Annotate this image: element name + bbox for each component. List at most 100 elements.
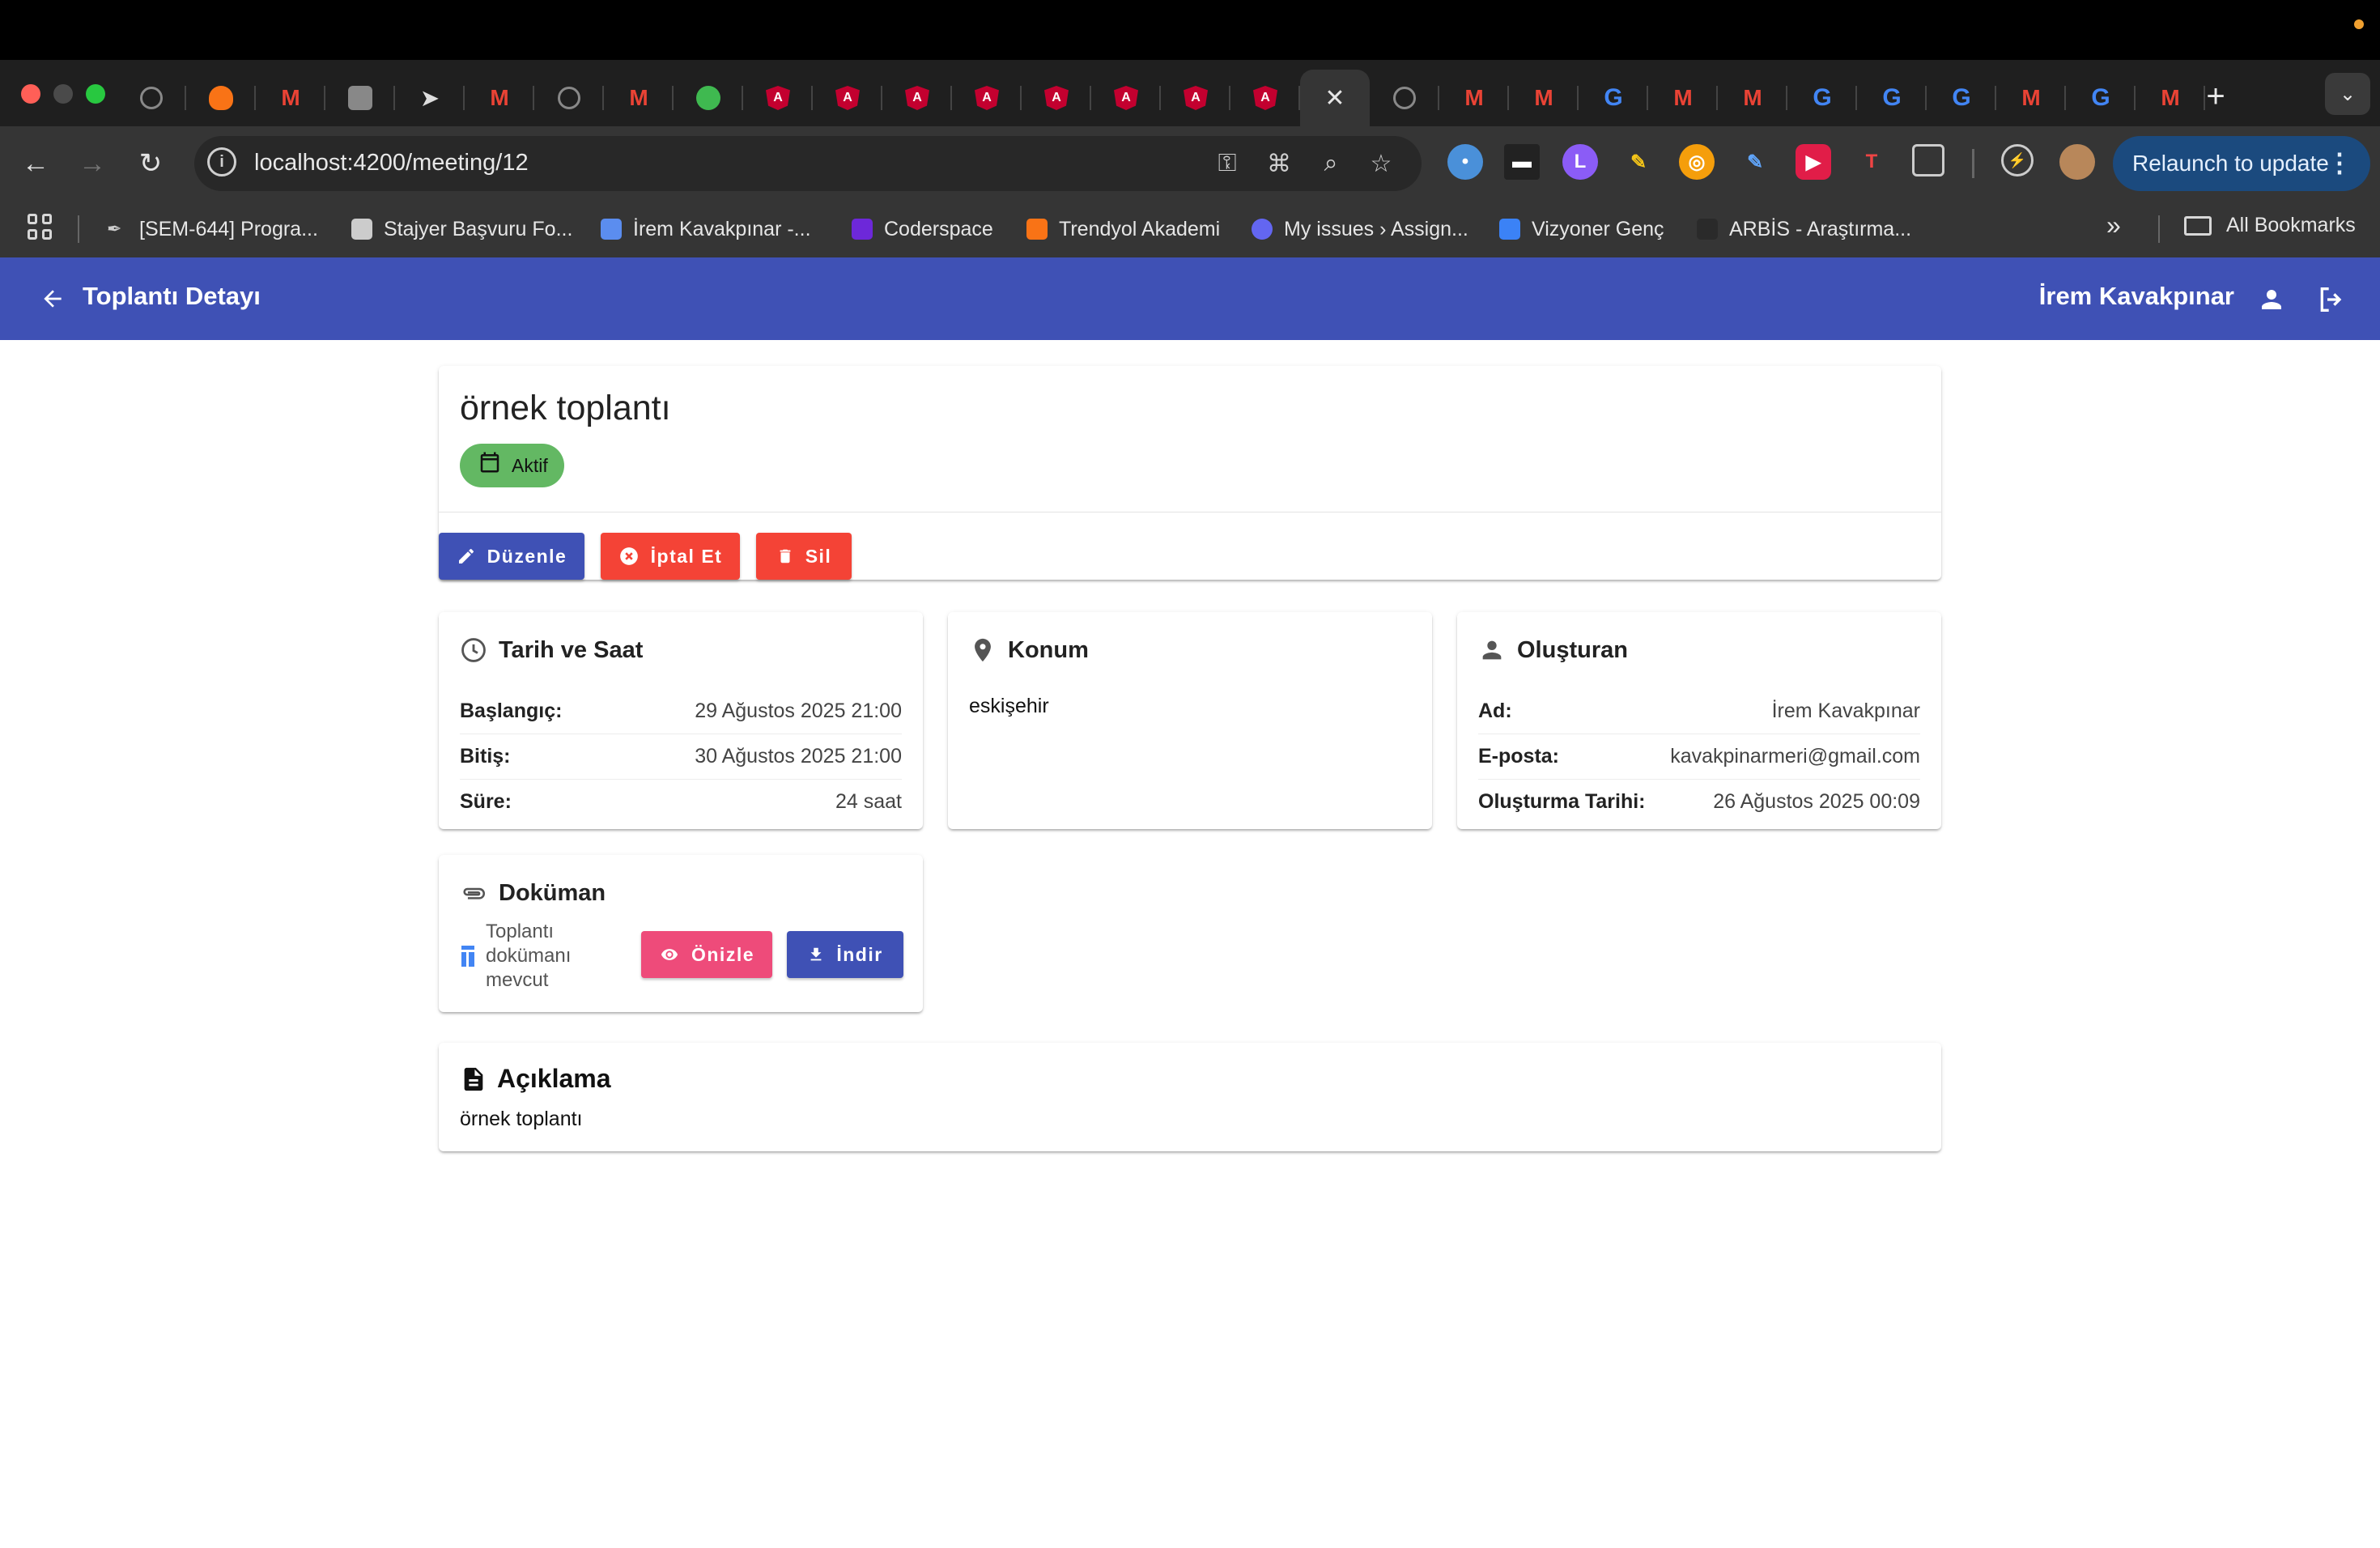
bookmark-item[interactable]: Stajyer Başvuru Fo...	[351, 214, 572, 245]
window-minimize-icon[interactable]	[53, 84, 73, 104]
document-file-info: Toplantı dokümanı mevcut	[460, 920, 607, 993]
description-document-icon	[464, 1067, 483, 1091]
performance-icon[interactable]: ⚡	[2001, 144, 2034, 176]
extension-icon[interactable]: ▶	[1796, 144, 1831, 180]
site-info-icon[interactable]: i	[207, 147, 236, 176]
browser-tab[interactable]: A	[1161, 70, 1230, 126]
browser-tab[interactable]: A	[1091, 70, 1161, 126]
back-nav-icon[interactable]: ←	[15, 142, 57, 185]
card-heading: Açıklama	[460, 1064, 611, 1094]
bookmark-item[interactable]: My issues › Assign...	[1252, 214, 1468, 245]
bookmark-item[interactable]: Trendyol Akademi	[1026, 214, 1220, 245]
extension-icon[interactable]: ✎	[1621, 144, 1656, 180]
bookmark-item[interactable]: Coderspace	[852, 214, 993, 245]
browser-tab[interactable]: A	[952, 70, 1022, 126]
browser-tab[interactable]	[117, 70, 186, 126]
more-bookmarks-icon[interactable]: »	[2106, 211, 2121, 240]
bookmark-label: ARBİS - Araştırma...	[1729, 217, 1912, 240]
browser-tab[interactable]: M	[1509, 70, 1579, 126]
browser-tab[interactable]: M	[604, 70, 674, 126]
globe-icon	[696, 86, 720, 110]
browser-tab[interactable]: A	[882, 70, 952, 126]
relaunch-label: Relaunch to update	[2132, 151, 2329, 176]
browser-tab[interactable]: M	[1439, 70, 1509, 126]
google-icon: G	[1813, 84, 1832, 111]
delete-button[interactable]: Sil	[756, 533, 852, 580]
forward-nav-icon[interactable]: →	[71, 142, 113, 185]
window-close-icon[interactable]	[21, 84, 40, 104]
download-label: İndir	[836, 943, 883, 965]
address-url[interactable]: localhost:4200/meeting/12	[254, 150, 529, 176]
app-toolbar: Toplantı Detayı İrem Kavakpınar	[0, 257, 2380, 340]
preview-button[interactable]: Önizle	[641, 931, 772, 978]
browser-tab[interactable]	[325, 70, 395, 126]
address-bar[interactable]: i localhost:4200/meeting/12 ⚿ ⌘ ⌕ ☆	[194, 136, 1422, 191]
window-zoom-icon[interactable]	[86, 84, 105, 104]
extension-icon[interactable]: ◎	[1679, 144, 1715, 180]
gmail-icon: M	[1464, 85, 1484, 110]
calendar-icon	[480, 452, 499, 473]
bookmark-label: İrem Kavakpınar -...	[633, 217, 811, 240]
bookmark-label: My issues › Assign...	[1284, 217, 1468, 240]
google-icon: G	[1882, 84, 1902, 111]
browser-tab[interactable]: M	[1648, 70, 1718, 126]
browser-tab[interactable]	[186, 70, 256, 126]
browser-tab[interactable]	[534, 70, 604, 126]
tab-active[interactable]: ✕	[1300, 70, 1370, 126]
browser-tab[interactable]: M	[1718, 70, 1787, 126]
browser-tab[interactable]: A	[1022, 70, 1091, 126]
tab-search-button[interactable]: ⌄	[2325, 73, 2370, 115]
browser-tab[interactable]: M	[465, 70, 534, 126]
browser-tab[interactable]: G	[1857, 70, 1927, 126]
browser-tab[interactable]: ➤	[395, 70, 465, 126]
extensions-puzzle-icon[interactable]	[1912, 144, 1944, 176]
all-bookmarks-button[interactable]: All Bookmarks	[2184, 214, 2356, 237]
zoom-icon[interactable]: ⌕	[1315, 147, 1347, 180]
logout-icon[interactable]	[2315, 283, 2348, 316]
extension-icon[interactable]: T	[1854, 144, 1889, 180]
google-icon: G	[1604, 84, 1623, 111]
relaunch-button[interactable]: Relaunch to update ⋮	[2113, 136, 2370, 191]
download-button[interactable]: İndir	[787, 931, 903, 978]
paper-plane-icon: ➤	[421, 85, 439, 110]
linear-icon	[1252, 219, 1273, 240]
browser-tab[interactable]	[674, 70, 743, 126]
angular-icon: A	[1253, 86, 1277, 110]
bookmark-item[interactable]: ARBİS - Araştırma...	[1697, 214, 1911, 245]
browser-tab[interactable]: G	[1579, 70, 1648, 126]
browser-tab[interactable]: M	[1996, 70, 2066, 126]
profile-avatar[interactable]	[2059, 144, 2095, 180]
reload-icon[interactable]: ↻	[130, 142, 172, 185]
bookmark-item[interactable]: ✒ [SEM-644] Progra...	[107, 214, 318, 245]
browser-tab[interactable]: G	[2066, 70, 2136, 126]
cancel-meeting-button[interactable]: İptal Et	[601, 533, 740, 580]
extension-icon[interactable]: ✎	[1737, 144, 1773, 180]
browser-tab[interactable]: G	[1787, 70, 1857, 126]
translate-icon[interactable]: ⌘	[1263, 147, 1295, 180]
extension-icon[interactable]: L	[1562, 144, 1598, 180]
close-icon[interactable]: ✕	[1324, 84, 1345, 113]
extension-icon[interactable]: •	[1447, 144, 1483, 180]
bookmark-item[interactable]: Vizyoner Genç	[1499, 214, 1664, 245]
extension-icon[interactable]: ▬	[1504, 144, 1540, 180]
row-label: Ad:	[1478, 699, 1512, 722]
bookmark-label: [SEM-644] Progra...	[139, 217, 318, 240]
browser-tab[interactable]: M	[256, 70, 325, 126]
browser-tab[interactable]: A	[1230, 70, 1300, 126]
apps-grid-icon[interactable]	[28, 214, 53, 240]
bookmark-star-icon[interactable]: ☆	[1365, 147, 1397, 180]
card-heading: Tarih ve Saat	[460, 636, 643, 664]
row-label: Bitiş:	[460, 744, 511, 768]
gmail-icon: M	[1743, 85, 1762, 110]
person-icon[interactable]	[2257, 285, 2286, 314]
location-pin-icon	[975, 638, 991, 662]
back-arrow-icon[interactable]	[32, 279, 73, 319]
new-tab-button[interactable]: +	[2195, 76, 2236, 117]
password-key-icon[interactable]: ⚿	[1211, 147, 1243, 180]
browser-tab[interactable]	[1370, 70, 1439, 126]
browser-tab[interactable]: A	[743, 70, 813, 126]
bookmark-item[interactable]: İrem Kavakpınar -...	[601, 214, 811, 245]
browser-tab[interactable]: A	[813, 70, 882, 126]
browser-tab[interactable]: G	[1927, 70, 1996, 126]
edit-button[interactable]: Düzenle	[439, 533, 584, 580]
